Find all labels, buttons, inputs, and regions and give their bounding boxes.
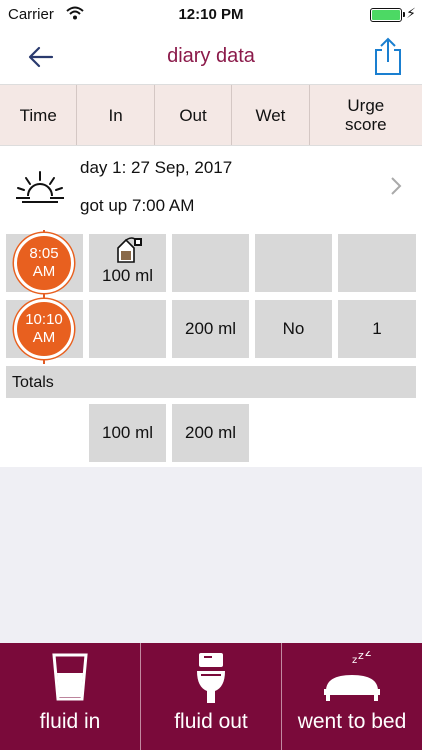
entry-out-value: 200 ml [184,319,237,338]
entry-urge-cell[interactable]: 1 [338,300,416,358]
header-in: In [77,85,155,145]
sunrise-icon [16,171,64,203]
diary-entries: 8:05 AM 100 ml 10:10 AM 200 ml No 1 Tota… [0,230,422,467]
went-to-bed-button[interactable]: z z z went to bed [282,643,422,750]
went-to-bed-label: went to bed [297,710,407,733]
fluid-out-button[interactable]: fluid out [141,643,282,750]
share-icon[interactable] [372,36,404,76]
chevron-right-icon [391,177,402,195]
svg-text:z: z [352,655,357,666]
day-date: day 1: 27 Sep, 2017 [80,158,233,177]
battery-icon [370,8,405,22]
header-urge-score: Urge score [345,96,387,134]
entry-urge-value: 1 [372,319,382,338]
action-bar: fluid in fluid out z z z went to bed [0,643,422,750]
entry-time: 8:05 AM [29,245,59,280]
entry-time: 10:10 AM [25,311,63,346]
wake-time: got up 7:00 AM [80,196,195,215]
totals-row: Totals [6,366,416,398]
entry-wet-cell[interactable] [255,234,332,292]
time-badge[interactable]: 10:10 AM [14,299,74,359]
totals-out-value: 200 ml [184,423,237,442]
header-time: Time [0,85,78,145]
bed-icon: z z z [324,651,380,701]
entry-out-cell[interactable]: 200 ml [172,300,249,358]
navigation-bar: diary data [0,30,422,84]
page-title: diary data [167,45,255,67]
svg-text:z: z [358,651,364,662]
totals-out-cell: 200 ml [172,404,249,462]
entry-out-cell[interactable] [172,234,249,292]
toilet-icon [197,653,225,703]
totals-in-value: 100 ml [101,423,154,442]
day-summary[interactable]: day 1: 27 Sep, 2017 got up 7:00 AM [0,146,422,230]
fluid-in-button[interactable]: fluid in [0,643,141,750]
tea-bag-icon [117,237,142,263]
glass-icon [52,653,88,701]
header-wet: Wet [232,85,310,145]
entry-wet-cell[interactable]: No [255,300,332,358]
column-headers: Time In Out Wet Urge score [0,84,422,146]
fluid-in-label: fluid in [39,710,101,733]
totals-label: Totals [12,374,54,391]
entry-in-cell[interactable] [89,300,166,358]
entry-urge-cell[interactable] [338,234,416,292]
entry-wet-value: No [282,319,305,338]
clock: 12:10 PM [178,6,244,23]
totals-in-cell: 100 ml [89,404,166,462]
svg-text:z: z [365,651,371,659]
header-out: Out [155,85,233,145]
charging-icon: ⚡ [406,5,416,21]
time-badge[interactable]: 8:05 AM [14,233,74,293]
fluid-out-label: fluid out [174,710,248,733]
entry-in-value: 100 ml [101,266,154,285]
status-bar: Carrier 12:10 PM ⚡ [0,0,422,30]
